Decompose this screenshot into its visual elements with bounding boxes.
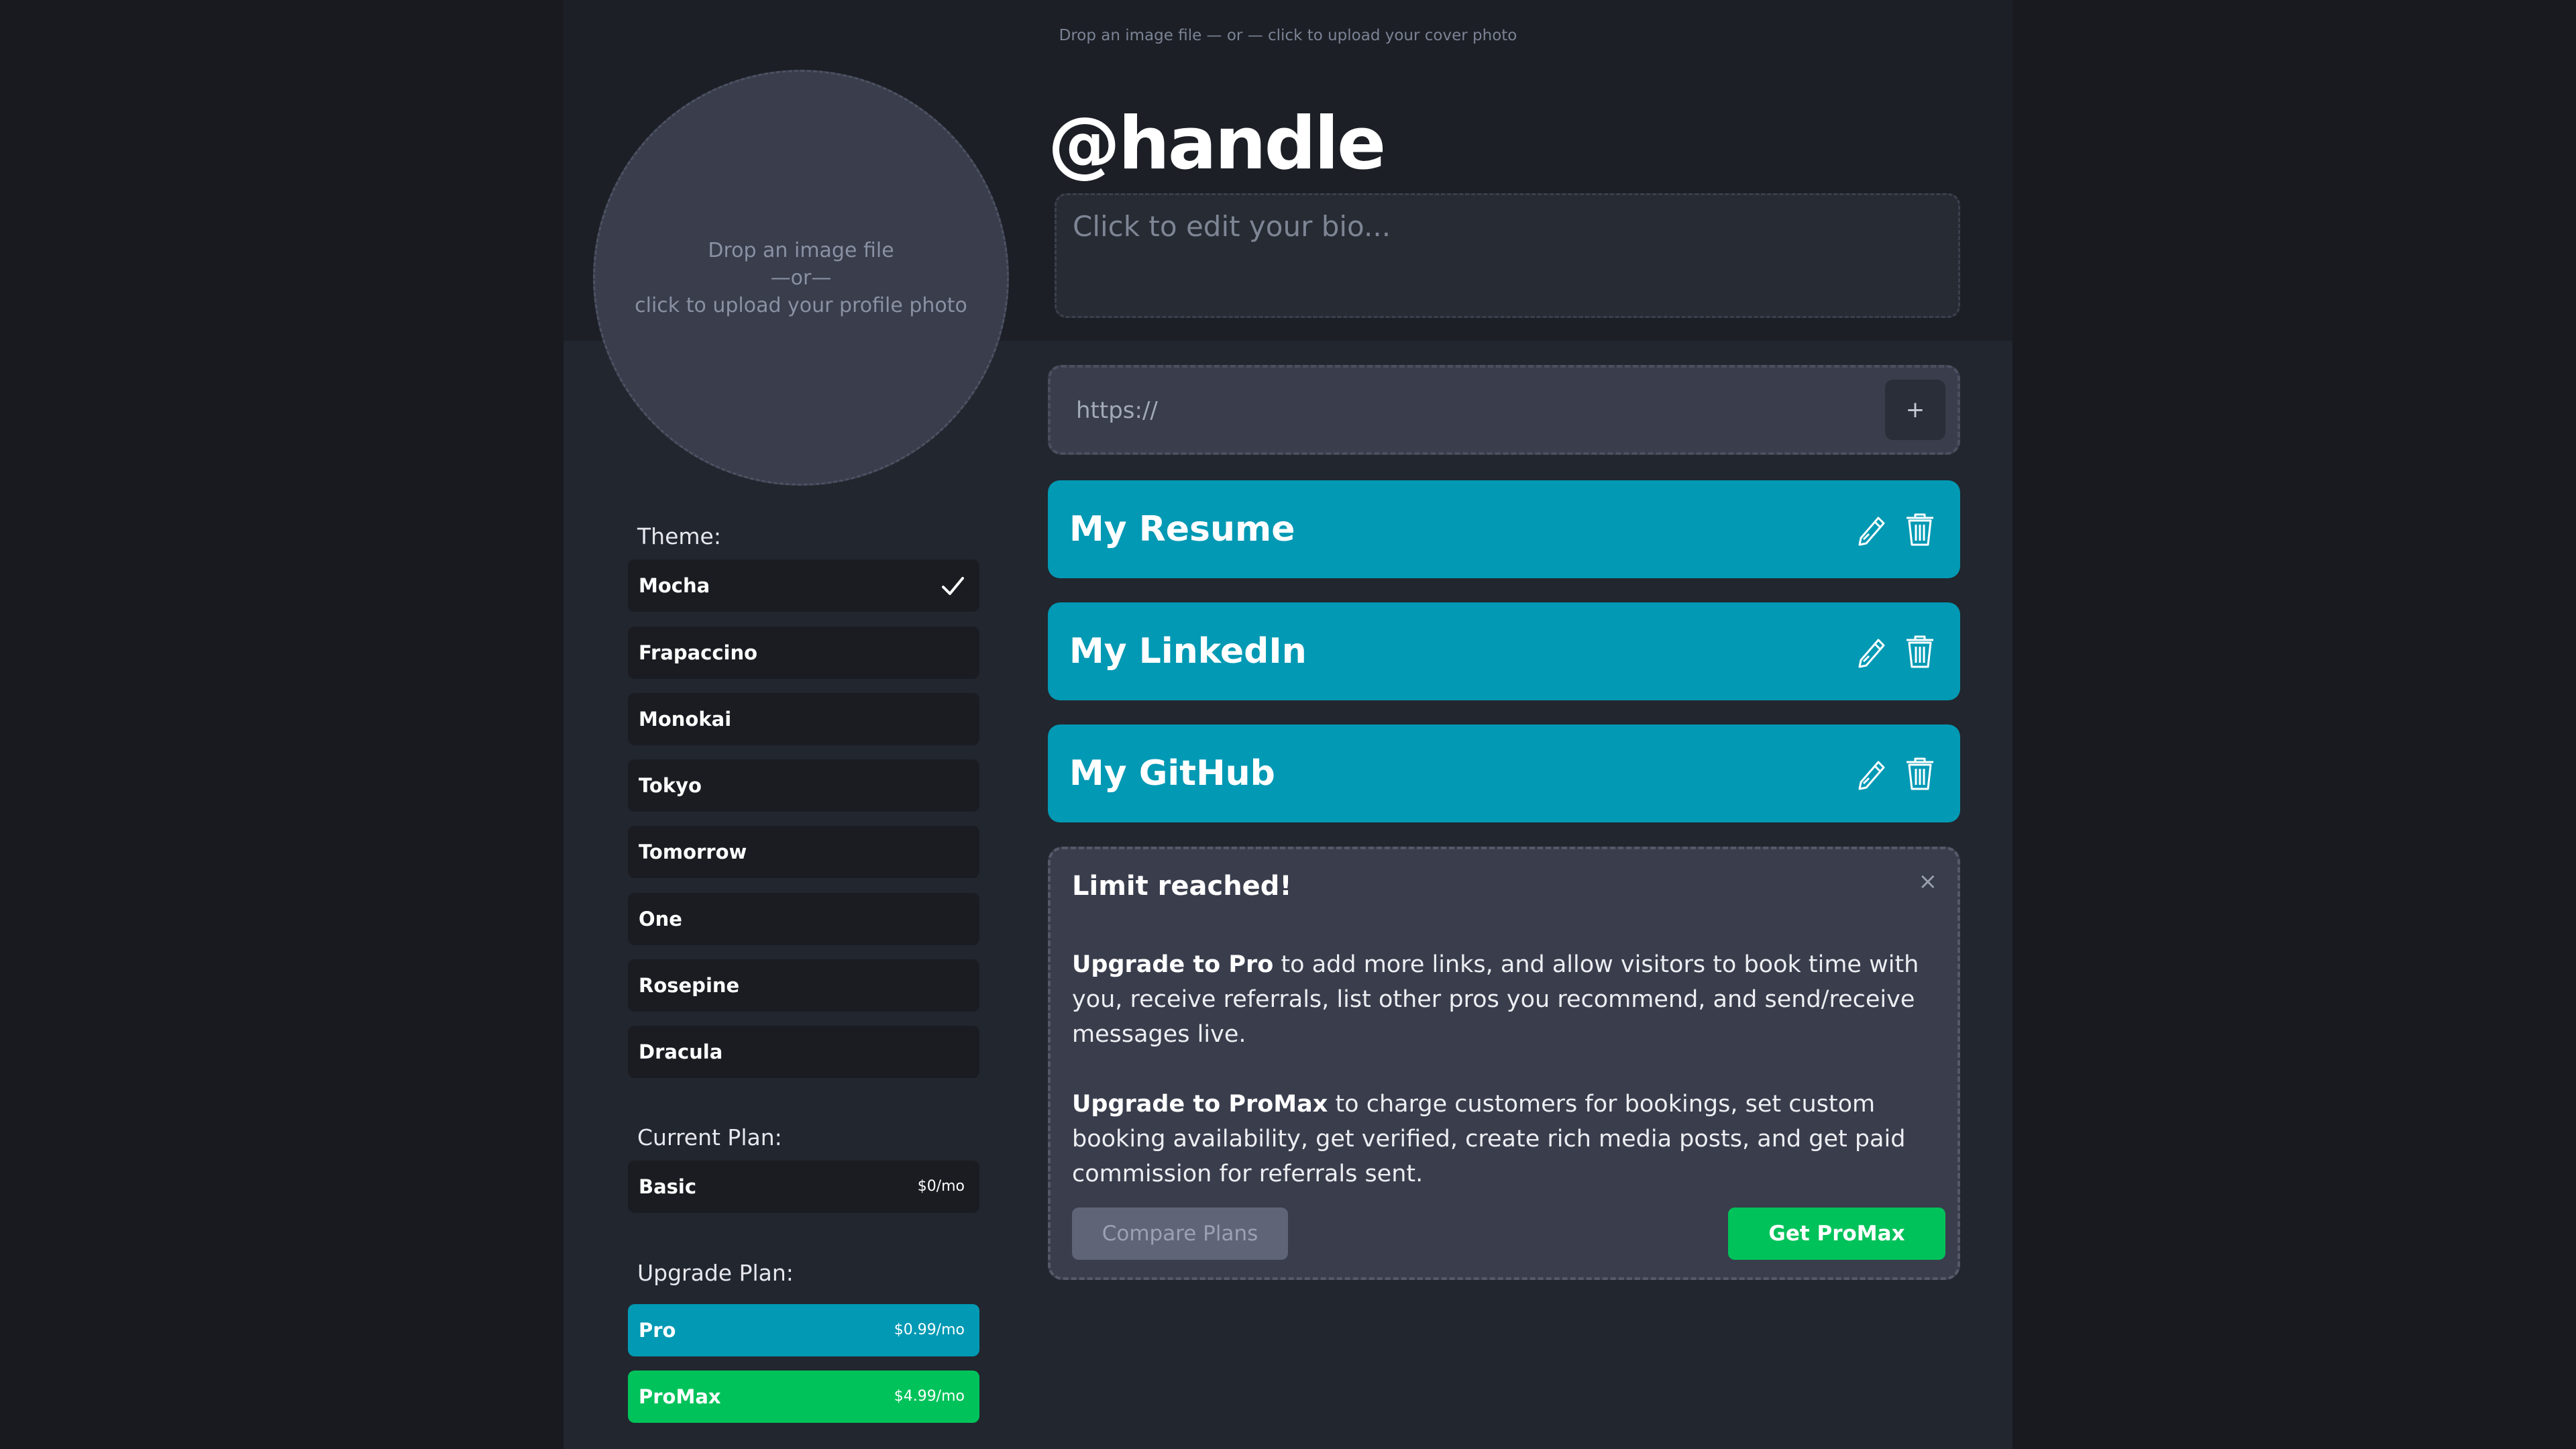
theme-option-mocha[interactable]: Mocha [628,559,979,612]
upgrade-plan-promax[interactable]: ProMax $4.99/mo [628,1371,979,1423]
theme-option-dracula[interactable]: Dracula [628,1026,979,1078]
pencil-icon[interactable] [1854,511,1889,547]
current-plan-basic: Basic $0/mo [628,1161,979,1213]
theme-option-label: Rosepine [639,974,740,997]
cover-upload-hint[interactable]: Drop an image file — or — click to uploa… [564,27,2012,44]
theme-option-label: Mocha [639,574,710,597]
current-plan-label: Current Plan: [637,1124,782,1150]
theme-option-label: One [639,908,682,930]
close-icon[interactable]: × [1919,868,1938,895]
link-actions [1854,633,1937,669]
profile-editor-panel: Drop an image file — or — click to uploa… [564,0,2012,1449]
upgrade-plan-label: Upgrade Plan: [637,1260,794,1286]
plan-price: $0/mo [917,1178,965,1195]
pro-upgrade-lead: Upgrade to Pro [1072,951,1274,978]
profile-photo-hint-line2: —or— [770,266,832,290]
theme-option-label: Frapaccino [639,641,758,664]
theme-option-rosepine[interactable]: Rosepine [628,959,979,1012]
pencil-icon[interactable] [1854,633,1889,669]
checkmark-icon [942,577,964,595]
link-card[interactable]: My LinkedIn [1048,602,1960,700]
profile-photo-dropzone[interactable]: Drop an image file —or— click to upload … [593,70,1009,486]
compare-plans-button[interactable]: Compare Plans [1072,1208,1288,1260]
theme-option-label: Monokai [639,708,732,731]
link-card[interactable]: My GitHub [1048,724,1960,822]
link-card[interactable]: My Resume [1048,480,1960,578]
promax-upgrade-lead: Upgrade to ProMax [1072,1091,1328,1118]
theme-option-one[interactable]: One [628,893,979,945]
limit-title: Limit reached! [1072,871,1292,902]
profile-handle[interactable]: @handle [1048,101,1386,188]
upgrade-plan-pro[interactable]: Pro $0.99/mo [628,1304,979,1356]
plan-price: $0.99/mo [894,1322,965,1338]
bio-editor[interactable]: Click to edit your bio... [1055,193,1960,318]
trash-icon[interactable] [1902,633,1937,669]
link-actions [1854,755,1937,792]
link-url-row: + [1048,365,1960,455]
theme-label: Theme: [637,523,721,549]
theme-option-tokyo[interactable]: Tokyo [628,759,979,812]
link-url-input[interactable] [1075,368,1882,453]
plan-name: Pro [639,1319,676,1342]
promax-upgrade-text: Upgrade to ProMax to charge customers fo… [1072,1087,1924,1191]
theme-option-frapaccino[interactable]: Frapaccino [628,627,979,679]
link-title: My Resume [1069,509,1295,549]
profile-photo-hint-line1: Drop an image file [708,238,894,262]
pencil-icon[interactable] [1854,755,1889,792]
plan-name: ProMax [639,1385,721,1408]
plan-price: $4.99/mo [894,1388,965,1405]
plan-name: Basic [639,1175,697,1198]
trash-icon[interactable] [1902,511,1937,547]
get-promax-button[interactable]: Get ProMax [1728,1208,1945,1260]
trash-icon[interactable] [1902,755,1937,792]
link-title: My GitHub [1069,753,1275,794]
link-actions [1854,511,1937,547]
theme-option-tomorrow[interactable]: Tomorrow [628,826,979,878]
theme-option-label: Dracula [639,1040,723,1063]
theme-option-label: Tokyo [639,774,702,797]
pro-upgrade-text: Upgrade to Pro to add more links, and al… [1072,947,1924,1052]
add-link-button[interactable]: + [1885,380,1945,440]
link-title: My LinkedIn [1069,631,1307,672]
limit-reached-notice: Limit reached! × Upgrade to Pro to add m… [1048,847,1960,1280]
profile-photo-hint-line3: click to upload your profile photo [635,293,967,317]
theme-option-monokai[interactable]: Monokai [628,693,979,745]
theme-option-label: Tomorrow [639,841,747,863]
